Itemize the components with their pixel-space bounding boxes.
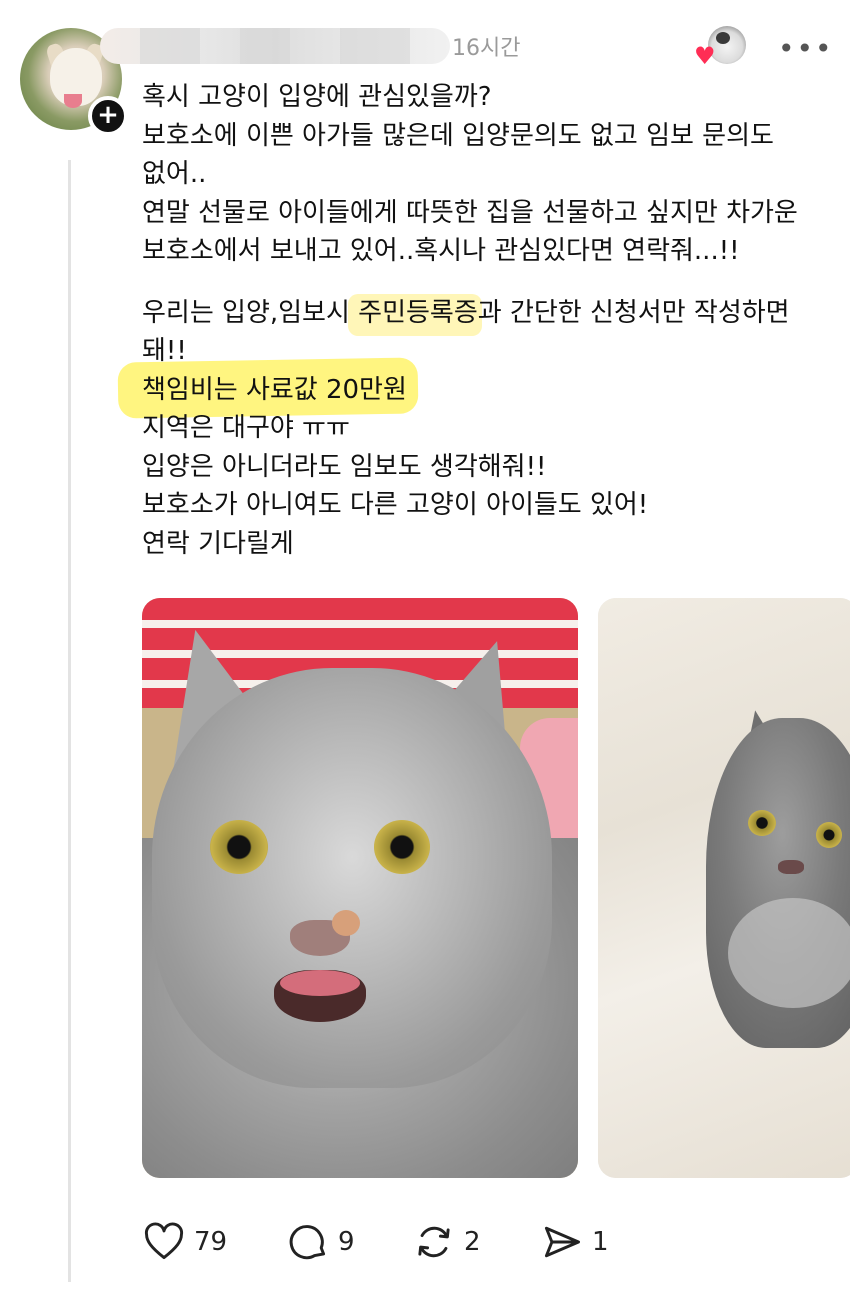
reply-count: 9 xyxy=(338,1227,355,1257)
post-line: 없어.. xyxy=(142,159,207,189)
post-line: 혹시 고양이 입양에 관심있을까? xyxy=(142,82,492,112)
share-count: 1 xyxy=(592,1227,609,1257)
post-line: 연락 기다릴게 xyxy=(142,528,294,559)
post-line: 입양은 아니더라도 임보도 생각해줘!! xyxy=(142,451,547,482)
post-line: 지역은 대구야 ㅠㅠ xyxy=(142,413,350,443)
repost-count: 2 xyxy=(464,1227,481,1257)
thread-line xyxy=(68,160,71,1282)
repost-icon xyxy=(418,1226,450,1258)
like-count: 79 xyxy=(194,1227,228,1257)
post-photo-1[interactable] xyxy=(142,598,578,1178)
action-bar: 79 9 2 1 xyxy=(142,1214,662,1270)
post-photo-2[interactable] xyxy=(598,598,850,1178)
post-line: 보호소가 아니여도 다른 고양이 아이들도 있어! xyxy=(142,490,649,520)
heart-outline-icon xyxy=(144,1222,184,1260)
post-line: 우리는 입양,임보시 주민등록증과 간단한 신청서만 작성하면 xyxy=(142,297,790,328)
post-line: 보호소에서 보내고 있어..혹시나 관심있다면 연락줘...!! xyxy=(142,236,740,266)
repost-button[interactable]: 2 xyxy=(412,1214,481,1270)
like-button[interactable]: 79 xyxy=(142,1214,227,1270)
follow-plus-icon[interactable]: + xyxy=(88,96,128,136)
comment-bubble-icon xyxy=(289,1225,326,1260)
post-timestamp: 16시간 xyxy=(452,36,521,61)
post-line: 연말 선물로 아이들에게 따뜻한 집을 선물하고 싶지만 차가운 xyxy=(142,197,798,228)
post-line: 돼!! xyxy=(142,336,187,366)
post-line: 보호소에 이쁜 아가들 많은데 입양문의도 없고 임보 문의도 xyxy=(142,120,774,151)
post-body: 혹시 고양이 입양에 관심있을까? 보호소에 이쁜 아가들 많은데 입양문의도 … xyxy=(142,78,822,563)
more-dots-icon[interactable]: ••• xyxy=(778,32,834,65)
send-icon xyxy=(544,1226,580,1258)
post-line-highlighted: 책임비는 사료값 20만원 xyxy=(142,374,407,405)
reply-button[interactable]: 9 xyxy=(286,1214,355,1270)
username-redacted xyxy=(100,28,450,64)
heart-icon: ♥ xyxy=(694,42,716,70)
share-button[interactable]: 1 xyxy=(540,1214,609,1270)
